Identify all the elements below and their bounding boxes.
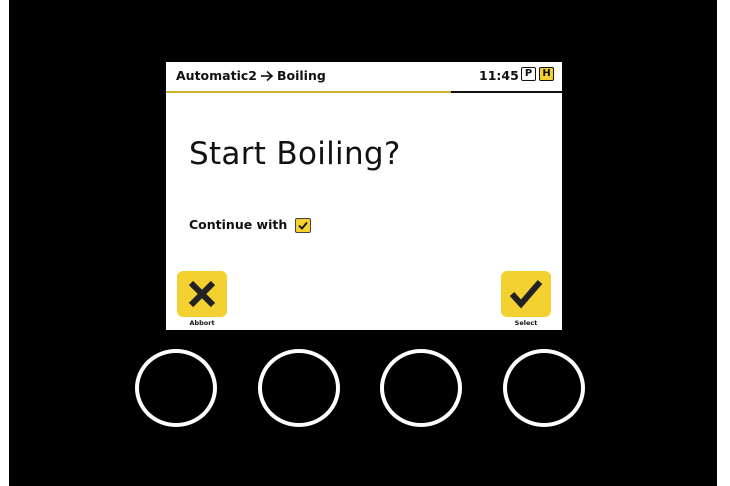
- abort-button[interactable]: [177, 271, 227, 317]
- abort-action: Abbort: [177, 271, 227, 327]
- continue-checkbox[interactable]: [295, 218, 312, 233]
- select-action: Select: [501, 271, 551, 327]
- select-button[interactable]: [501, 271, 551, 317]
- select-label: Select: [514, 319, 538, 327]
- status-header: Automatic2 Boiling 11:45 P H: [166, 62, 562, 93]
- hardware-button-1[interactable]: [135, 349, 217, 427]
- breadcrumb-to: Boiling: [276, 68, 326, 83]
- checkmark-icon: [298, 221, 308, 230]
- page-title: Start Boiling?: [189, 136, 401, 172]
- display-screen: Automatic2 Boiling 11:45 P H Start Boili…: [166, 62, 562, 330]
- continue-option: Continue with: [189, 216, 312, 233]
- progress-fill: [166, 91, 452, 93]
- breadcrumb: Automatic2 Boiling: [176, 68, 326, 83]
- clock: 11:45: [479, 68, 519, 83]
- breadcrumb-from: Automatic2: [176, 68, 257, 83]
- progress-bar: [166, 91, 562, 93]
- hardware-button-4[interactable]: [503, 349, 585, 427]
- abort-label: Abbort: [189, 319, 215, 327]
- badge-h: H: [539, 67, 554, 81]
- arrow-right-icon: [260, 70, 274, 81]
- continue-label: Continue with: [189, 217, 288, 232]
- badge-p: P: [521, 67, 536, 81]
- check-icon: [509, 280, 543, 309]
- hardware-button-2[interactable]: [258, 349, 340, 427]
- hardware-button-3[interactable]: [380, 349, 462, 427]
- device-bezel: Automatic2 Boiling 11:45 P H Start Boili…: [9, 0, 717, 486]
- x-icon: [188, 280, 216, 308]
